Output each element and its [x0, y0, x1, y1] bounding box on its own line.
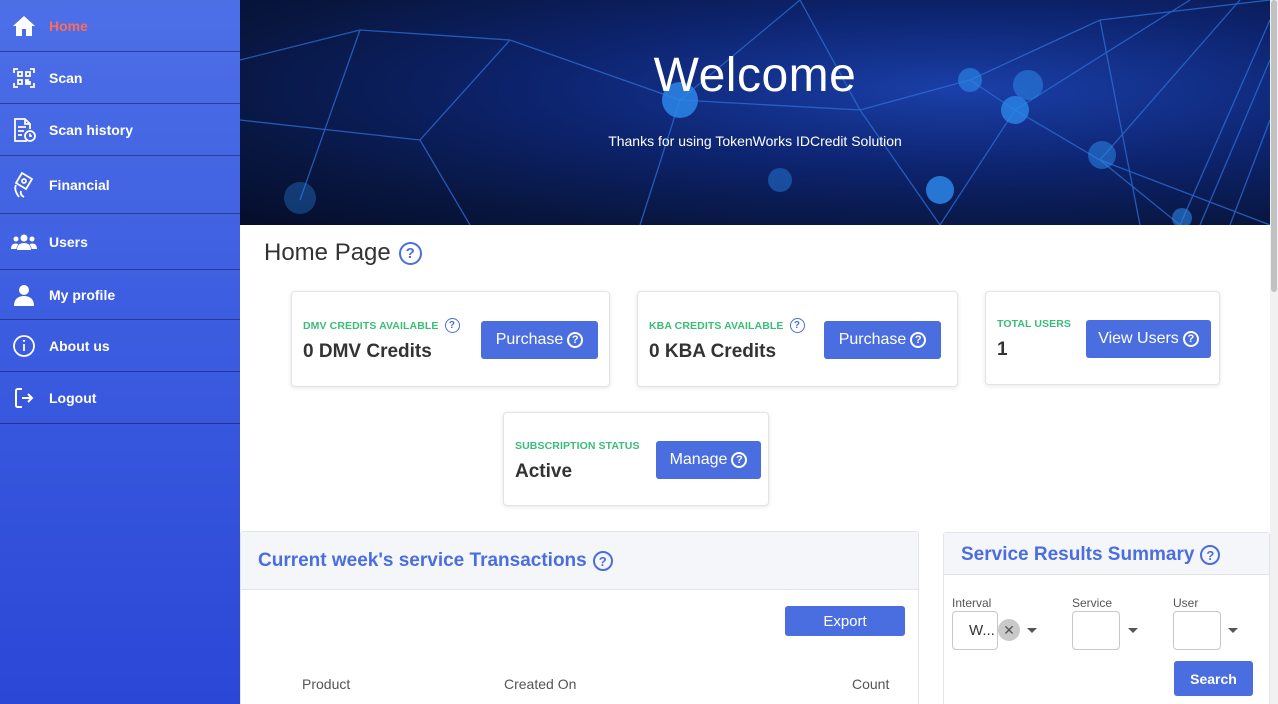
network-background-graphic [240, 0, 1270, 225]
search-button[interactable]: Search [1174, 661, 1253, 696]
banner-title: Welcome [653, 49, 857, 102]
kba-credits-value: 0 KBA Credits [649, 341, 777, 362]
info-icon [11, 333, 37, 359]
service-results-summary-panel: Service Results Summary ? Interval W... … [943, 532, 1270, 704]
subscription-status-caption: SUBSCRIPTION STATUS [515, 440, 640, 452]
sidebar-item-label: Financial [49, 176, 110, 193]
help-icon[interactable]: ? [592, 551, 613, 571]
page-title-text: Home Page [264, 239, 391, 266]
interval-label: Interval [952, 596, 992, 610]
sidebar-item-label: Home [49, 17, 88, 34]
kba-credits-caption-text: KBA CREDITS AVAILABLE [649, 319, 784, 332]
interval-select[interactable]: W... [952, 611, 998, 650]
document-clock-icon [11, 117, 37, 143]
transactions-title: Current week's service Transactions ? [258, 550, 613, 572]
service-chevron-down-icon[interactable] [1128, 628, 1138, 633]
total-users-caption: TOTAL USERS [997, 318, 1072, 330]
sidebar-item-label: Scan [49, 69, 83, 86]
help-icon: ? [731, 452, 748, 468]
sidebar-item-label: Logout [49, 389, 97, 406]
sidebar-item-logout[interactable]: Logout [0, 372, 240, 424]
sidebar-item-my-profile[interactable]: My profile [0, 270, 240, 320]
dmv-credits-caption: DMV CREDITS AVAILABLE ? [303, 318, 460, 333]
transactions-panel-header: Current week's service Transactions ? [241, 532, 918, 590]
user-label: User [1173, 596, 1199, 610]
sidebar-item-users[interactable]: Users [0, 214, 240, 270]
manage-subscription-button[interactable]: Manage ? [656, 441, 761, 479]
export-button[interactable]: Export [785, 606, 905, 636]
user-select[interactable] [1173, 611, 1221, 650]
sidebar-item-financial[interactable]: Financial [0, 156, 240, 214]
help-icon[interactable]: ? [789, 318, 805, 333]
sidebar-item-label: Scan history [49, 121, 134, 138]
help-icon[interactable]: ? [444, 318, 460, 333]
page-title: Home Page ? [264, 239, 422, 267]
hand-money-icon [11, 171, 37, 198]
purchase-button-label: Purchase [838, 331, 907, 348]
clear-interval-icon[interactable]: ✕ [998, 619, 1020, 641]
welcome-banner: Welcome Thanks for using TokenWorks IDCr… [240, 0, 1270, 225]
column-header-product[interactable]: Product [302, 676, 350, 692]
sidebar-item-label: About us [49, 337, 110, 354]
purchase-button-label: Purchase [495, 331, 564, 348]
banner-subtitle: Thanks for using TokenWorks IDCredit Sol… [608, 133, 902, 149]
home-icon [11, 13, 37, 39]
subscription-status-card: SUBSCRIPTION STATUS Active Manage ? [503, 412, 769, 506]
kba-credits-caption: KBA CREDITS AVAILABLE ? [649, 318, 805, 333]
summary-title: Service Results Summary ? [961, 544, 1221, 566]
dmv-credits-value: 0 DMV Credits [303, 341, 432, 362]
dmv-credits-card: DMV CREDITS AVAILABLE ? 0 DMV Credits Pu… [291, 291, 610, 387]
help-icon[interactable]: ? [1200, 545, 1221, 565]
sidebar-item-label: Users [49, 233, 88, 250]
total-users-card: TOTAL USERS 1 View Users ? [985, 291, 1220, 385]
help-icon: ? [1182, 331, 1199, 347]
column-header-count[interactable]: Count [852, 676, 889, 692]
transactions-panel: Current week's service Transactions ? Ex… [240, 531, 919, 704]
service-select[interactable] [1072, 611, 1120, 650]
users-icon [11, 229, 37, 255]
service-label: Service [1072, 596, 1113, 610]
qr-scan-icon [11, 65, 37, 91]
sidebar-item-about-us[interactable]: About us [0, 320, 240, 372]
sidebar-item-home[interactable]: Home [0, 0, 240, 52]
total-users-value: 1 [997, 339, 1008, 360]
help-icon: ? [567, 332, 584, 348]
purchase-dmv-button[interactable]: Purchase ? [481, 321, 598, 359]
kba-credits-card: KBA CREDITS AVAILABLE ? 0 KBA Credits Pu… [637, 291, 958, 387]
interval-chevron-down-icon[interactable] [1027, 628, 1037, 633]
logout-icon [11, 385, 37, 411]
help-icon: ? [910, 332, 927, 348]
summary-panel-header: Service Results Summary ? [944, 533, 1269, 575]
user-chevron-down-icon[interactable] [1228, 628, 1238, 633]
manage-button-label: Manage [669, 451, 728, 468]
subscription-status-value: Active [515, 461, 573, 482]
dmv-credits-caption-text: DMV CREDITS AVAILABLE [303, 319, 439, 332]
sidebar-item-scan-history[interactable]: Scan history [0, 104, 240, 156]
scrollbar-thumb[interactable] [1271, 0, 1277, 292]
transactions-title-text: Current week's service Transactions [258, 550, 587, 571]
sidebar-item-label: My profile [49, 286, 116, 303]
summary-title-text: Service Results Summary [961, 544, 1195, 565]
column-header-created-on[interactable]: Created On [504, 676, 576, 692]
purchase-kba-button[interactable]: Purchase ? [824, 321, 941, 359]
user-icon [11, 282, 37, 308]
sidebar-item-scan[interactable]: Scan [0, 52, 240, 104]
view-users-button-label: View Users [1098, 330, 1179, 347]
view-users-button[interactable]: View Users ? [1086, 320, 1211, 358]
help-icon[interactable]: ? [398, 241, 422, 265]
sidebar: Home Scan Scan history Financial Users M… [0, 0, 240, 704]
